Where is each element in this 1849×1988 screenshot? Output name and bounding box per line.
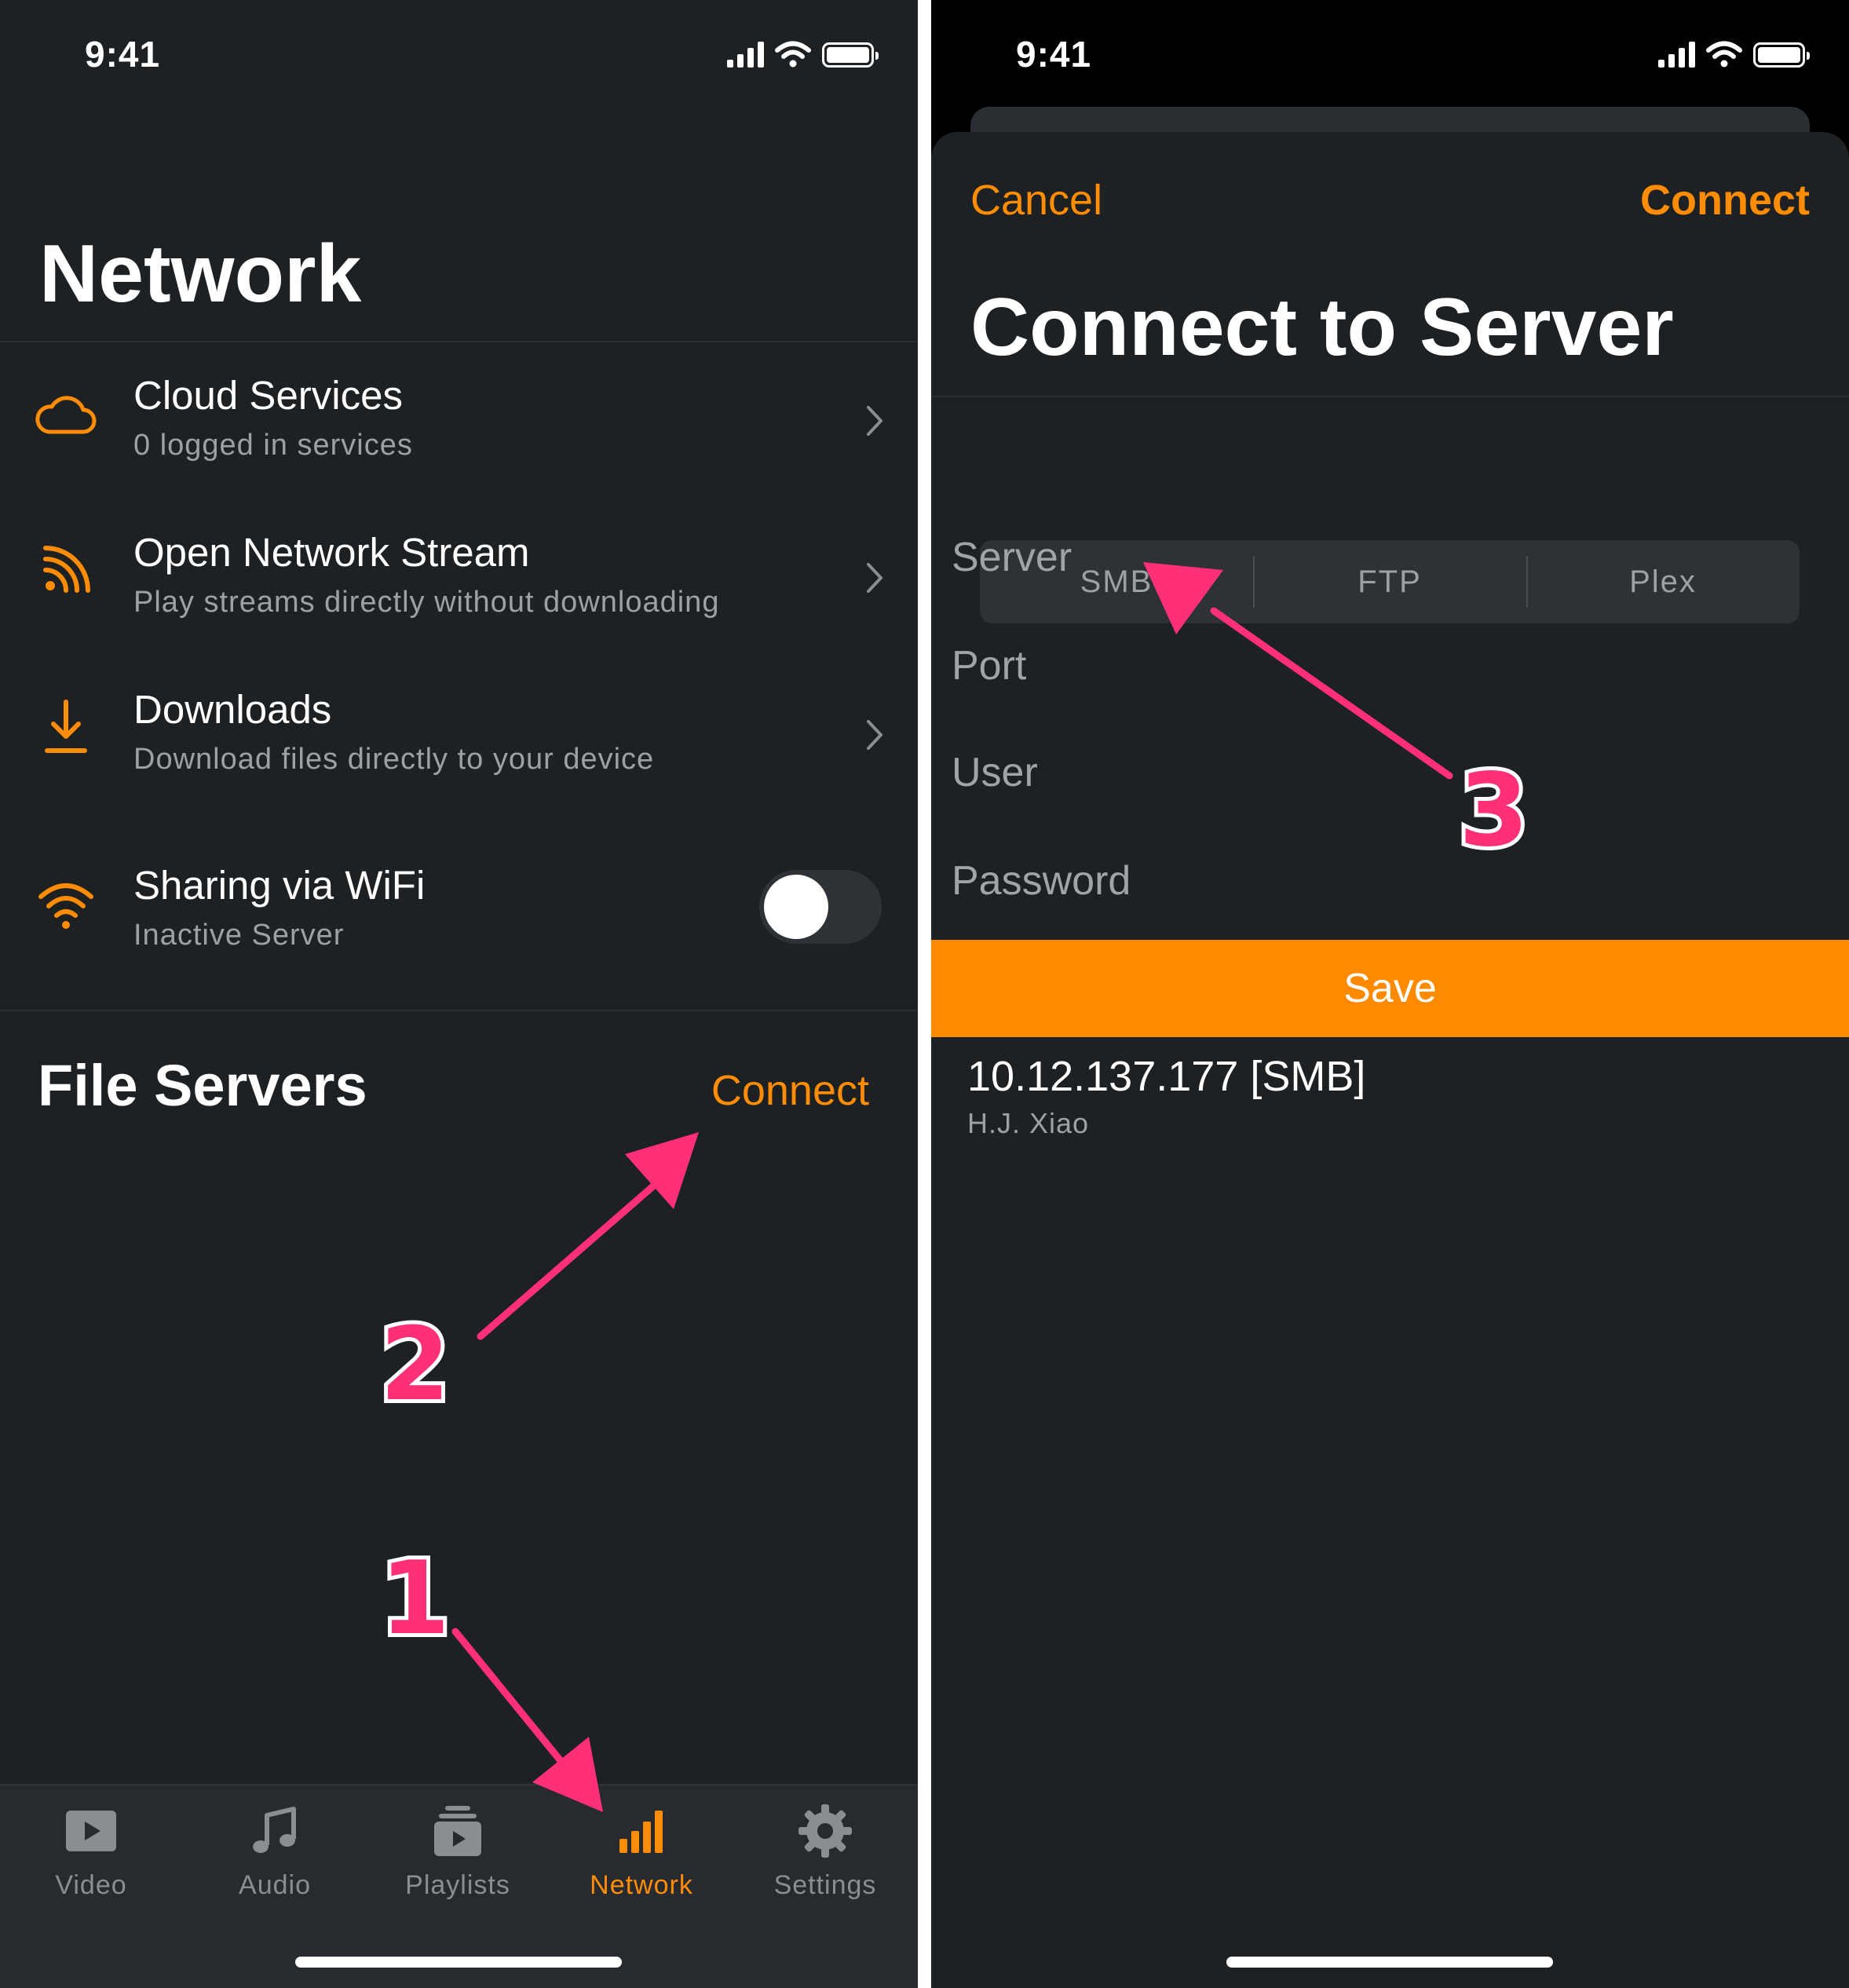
network-screen: 9:41 Network Cloud Services 0 logged in … [0,0,918,1988]
connect-server-screen: 9:41 Cancel Connect Connect to Server SM… [931,0,1849,1988]
annotation-arrow-3 [1143,562,1453,780]
annotation-arrow-1 [451,1628,603,1812]
annotation-number-3: 3 [1455,748,1533,873]
annotation-number-2: 2 [376,1303,454,1427]
annotation-number-1: 1 [376,1537,454,1661]
screen-divider [918,0,931,1988]
